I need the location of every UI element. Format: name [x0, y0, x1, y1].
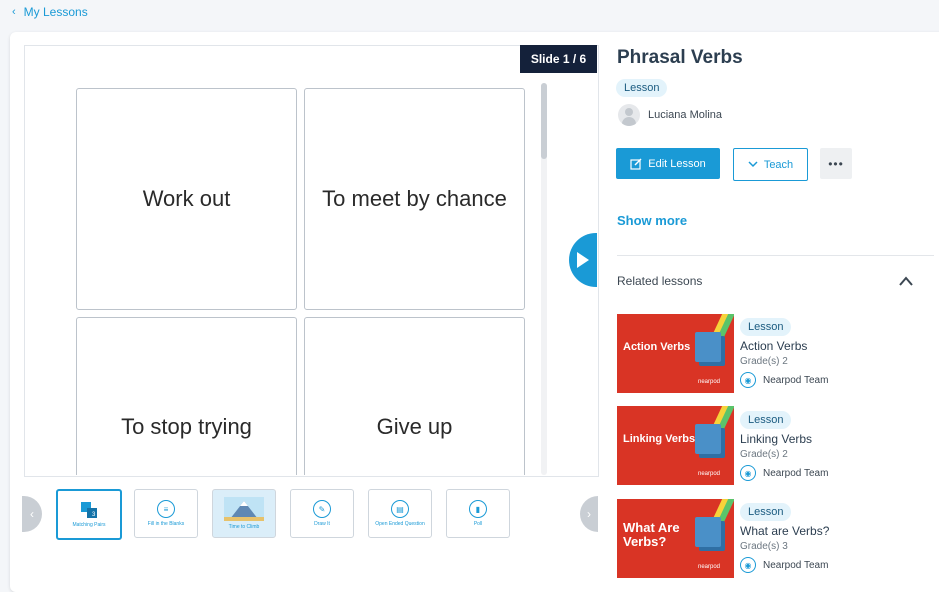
- thumbnail-1[interactable]: 3 Matching Pairs: [56, 489, 122, 540]
- related-thumb-1[interactable]: Action Verbs nearpod: [617, 314, 734, 393]
- tile-3-label: To stop trying: [121, 414, 252, 439]
- next-slide-button[interactable]: [569, 230, 597, 290]
- related-lessons-heading: Related lessons: [617, 274, 703, 288]
- nearpod-logo: nearpod: [698, 564, 721, 570]
- related-2-team: Nearpod Team: [763, 468, 829, 479]
- related-3-title[interactable]: What are Verbs?: [740, 524, 829, 538]
- related-3-grade: Grade(s) 3: [740, 541, 788, 552]
- pencil-icon: ✎: [313, 500, 331, 518]
- related-thumb-3[interactable]: What Are Verbs? nearpod: [617, 499, 734, 578]
- chevron-right-icon: ›: [587, 507, 591, 521]
- document-icon: ▤: [391, 500, 409, 518]
- teach-label: Teach: [763, 158, 794, 171]
- author-name[interactable]: Luciana Molina: [648, 109, 722, 121]
- book-icon: [695, 332, 721, 362]
- tile-3[interactable]: To stop trying: [76, 317, 297, 475]
- avatar: [618, 104, 640, 126]
- thumbnail-3[interactable]: Time to Climb: [212, 489, 276, 538]
- thumbnail-4[interactable]: ✎ Draw It: [290, 489, 354, 538]
- slide-counter-badge: Slide 1 / 6: [520, 45, 597, 73]
- thumbnail-1-caption: Matching Pairs: [72, 522, 106, 528]
- show-more-link[interactable]: Show more: [617, 213, 687, 228]
- bar-chart-icon: ▮: [469, 500, 487, 518]
- preview-scrollbar-thumb[interactable]: [541, 83, 547, 159]
- play-arrow-icon: [577, 252, 589, 268]
- related-3-team: Nearpod Team: [763, 560, 829, 571]
- thumbnail-3-caption: Time to Climb: [228, 524, 260, 530]
- lesson-type-badge: Lesson: [616, 79, 668, 97]
- related-3-badge: Lesson: [740, 503, 792, 521]
- thumbnail-6[interactable]: ▮ Poll: [446, 489, 510, 538]
- thumbnail-2[interactable]: ≡ Fill in the Blanks: [134, 489, 198, 538]
- back-link-label: My Lessons: [23, 5, 88, 19]
- thumbnail-6-caption: Poll: [473, 521, 483, 527]
- tile-1-label: Work out: [142, 186, 231, 211]
- related-2-badge: Lesson: [740, 411, 792, 429]
- related-thumb-2[interactable]: Linking Verbs nearpod: [617, 406, 734, 485]
- tile-4-label: Give up: [376, 414, 453, 439]
- related-1-badge: Lesson: [740, 318, 792, 336]
- edit-lesson-button[interactable]: Edit Lesson: [616, 148, 720, 179]
- thumbnail-5[interactable]: ▤ Open Ended Question: [368, 489, 432, 538]
- nearpod-logo: nearpod: [698, 471, 721, 477]
- chevron-left-icon: ‹: [12, 6, 16, 18]
- book-icon: [695, 424, 721, 454]
- tile-2[interactable]: To meet by chance: [304, 88, 525, 310]
- back-link-my-lessons[interactable]: ‹ My Lessons: [12, 5, 88, 19]
- nearpod-logo: nearpod: [698, 379, 721, 385]
- thumbnail-4-caption: Draw It: [314, 521, 330, 527]
- tile-1[interactable]: Work out: [76, 88, 297, 310]
- chevron-up-icon[interactable]: [898, 275, 914, 287]
- related-thumb-3-title: What Are Verbs?: [623, 520, 680, 549]
- divider: [617, 255, 934, 256]
- related-1-title[interactable]: Action Verbs: [740, 339, 807, 353]
- related-1-grade: Grade(s) 2: [740, 356, 788, 367]
- matching-icon: 3: [81, 502, 97, 518]
- teach-button[interactable]: Teach: [733, 148, 808, 181]
- related-1-team: Nearpod Team: [763, 375, 829, 386]
- thumbnail-5-caption: Open Ended Question: [375, 521, 425, 527]
- book-icon: [695, 517, 721, 547]
- chevron-left-icon: ‹: [30, 507, 34, 521]
- tile-4[interactable]: Give up: [304, 317, 525, 475]
- related-2-title[interactable]: Linking Verbs: [740, 432, 812, 446]
- more-options-button[interactable]: •••: [820, 148, 852, 179]
- tile-2-label: To meet by chance: [322, 186, 507, 211]
- edit-lesson-label: Edit Lesson: [648, 157, 706, 170]
- chevron-down-icon: [748, 161, 758, 168]
- more-dots-icon: •••: [828, 156, 844, 171]
- related-thumb-2-title: Linking Verbs: [623, 433, 696, 445]
- fill-blanks-icon: ≡: [157, 500, 175, 518]
- nearpod-team-icon: ◉: [740, 557, 756, 573]
- nearpod-team-icon: ◉: [740, 372, 756, 388]
- thumbnail-2-caption: Fill in the Blanks: [147, 521, 185, 527]
- related-2-grade: Grade(s) 2: [740, 449, 788, 460]
- edit-icon: [630, 158, 642, 170]
- nearpod-team-icon: ◉: [740, 465, 756, 481]
- related-thumb-1-title: Action Verbs: [623, 341, 691, 353]
- mountain-icon: [224, 497, 264, 521]
- lesson-title: Phrasal Verbs: [617, 47, 743, 68]
